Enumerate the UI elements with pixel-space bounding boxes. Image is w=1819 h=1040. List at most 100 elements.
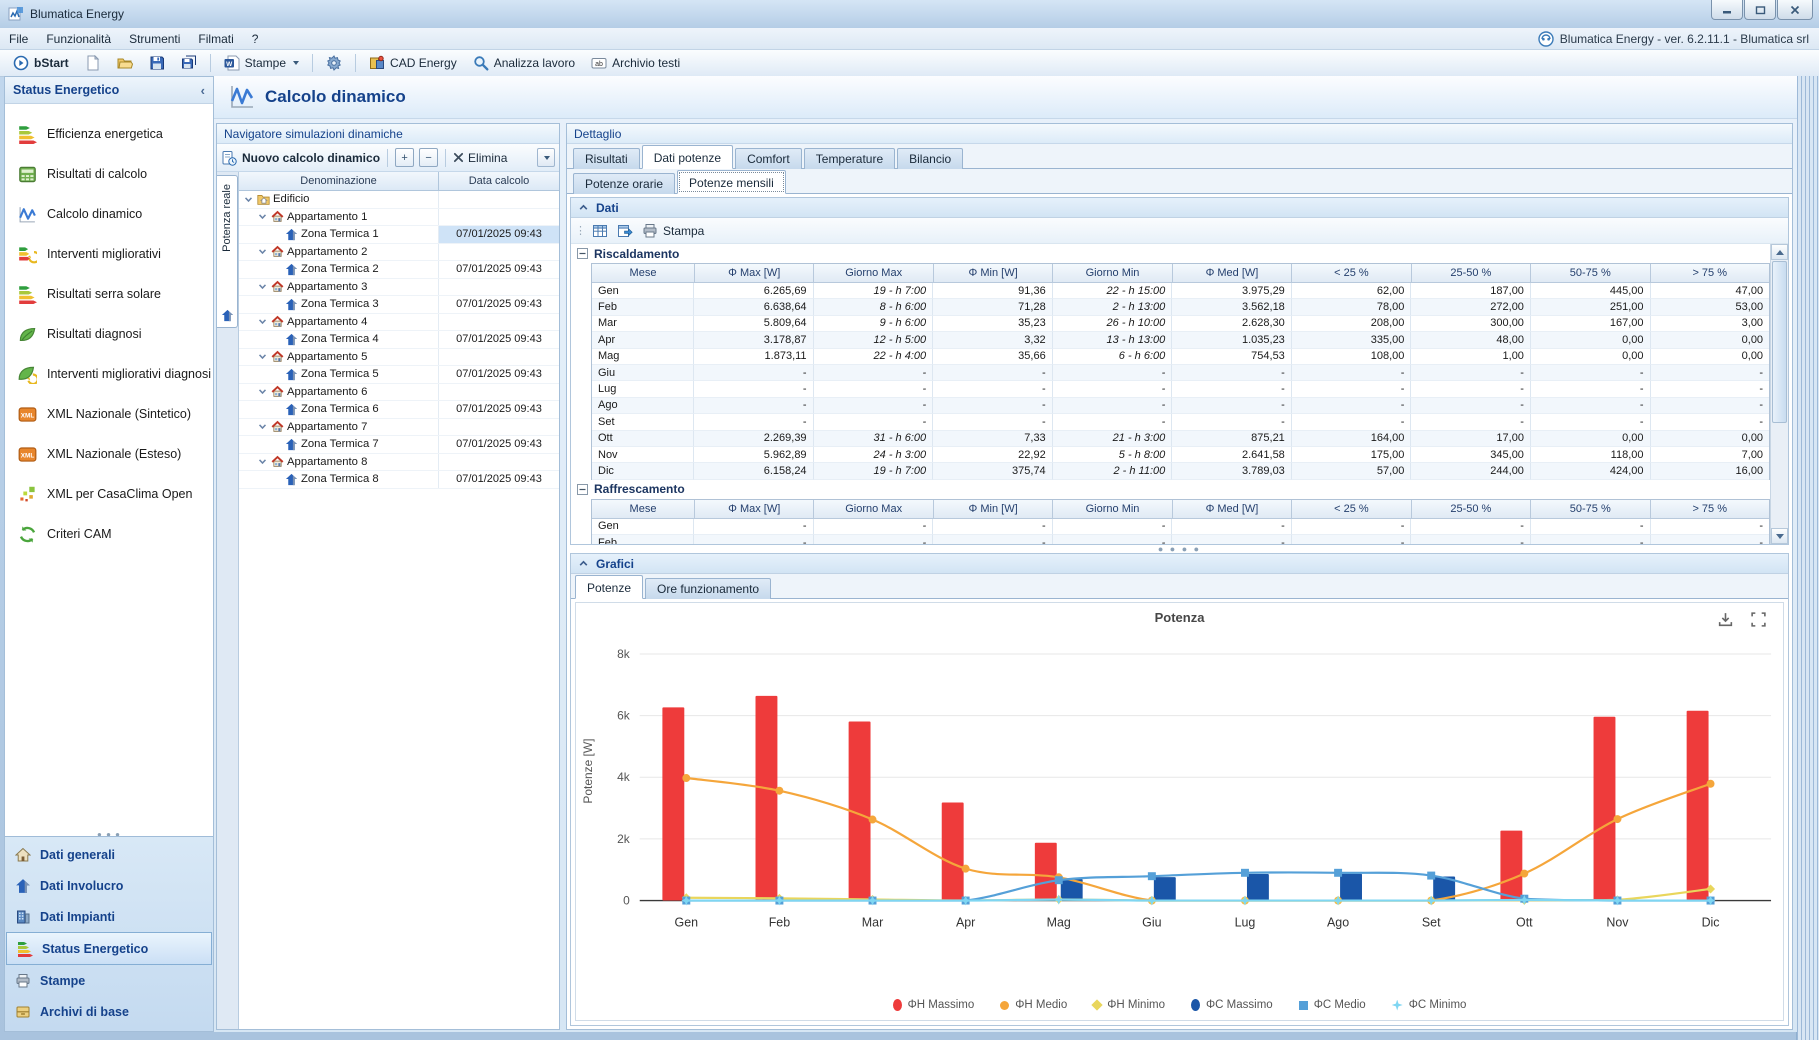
sidebar-section-dati-generali[interactable]: Dati generali bbox=[5, 839, 213, 870]
table-row[interactable]: Feb6.638,648 - h 6:0071,282 - h 13:003.5… bbox=[592, 299, 1769, 315]
open-button[interactable] bbox=[112, 53, 138, 73]
archivio-testi-button[interactable]: ab Archivio testi bbox=[586, 53, 685, 73]
column-header[interactable]: Φ Max [W] bbox=[695, 500, 814, 519]
tree-row-appartamento-6[interactable]: Appartamento 6 bbox=[239, 384, 559, 402]
tab-temperature[interactable]: Temperature bbox=[804, 148, 895, 169]
analizza-lavoro-button[interactable]: Analizza lavoro bbox=[468, 53, 580, 73]
sidebar-section-status-energetico[interactable]: Status Energetico bbox=[6, 932, 212, 965]
tree-row-appartamento-1[interactable]: Appartamento 1 bbox=[239, 209, 559, 227]
column-header[interactable]: Φ Med [W] bbox=[1173, 500, 1292, 519]
column-header[interactable]: > 75 % bbox=[1651, 500, 1769, 519]
tree-row-zona-termica-8[interactable]: Zona Termica 8 07/01/2025 09:43 bbox=[239, 471, 559, 489]
sidebar-item-risultati-serra-solare[interactable]: Risultati serra solare bbox=[5, 274, 213, 314]
sidebar-section-archivi-di-base[interactable]: Archivi di base bbox=[5, 996, 213, 1027]
tab-potenza-reale[interactable]: Potenza reale bbox=[217, 175, 238, 328]
legend-item-c-minimo[interactable]: ΦC Minimo bbox=[1392, 999, 1467, 1011]
scroll-down-button[interactable] bbox=[1771, 528, 1788, 544]
sidebar-section-dati-involucro[interactable]: Dati Involucro bbox=[5, 870, 213, 901]
table-row[interactable]: Ott2.269,3931 - h 6:007,3321 - h 3:00875… bbox=[592, 431, 1769, 447]
elimina-button[interactable]: Elimina bbox=[453, 151, 507, 165]
download-icon[interactable] bbox=[1717, 611, 1734, 628]
cad-energy-button[interactable]: CAD Energy bbox=[364, 53, 462, 73]
chevron-down-icon[interactable] bbox=[257, 421, 268, 432]
legend-item-h-medio[interactable]: ΦH Medio bbox=[1000, 999, 1067, 1011]
table-view-icon[interactable] bbox=[592, 223, 608, 239]
collapse-box-icon[interactable] bbox=[577, 248, 588, 259]
tree-row-zona-termica-6[interactable]: Zona Termica 6 07/01/2025 09:43 bbox=[239, 401, 559, 419]
column-header[interactable]: < 25 % bbox=[1292, 264, 1411, 283]
chart-tab-potenze[interactable]: Potenze bbox=[575, 575, 643, 599]
grafici-group-header[interactable]: Grafici bbox=[571, 554, 1788, 574]
tree-row-appartamento-3[interactable]: Appartamento 3 bbox=[239, 279, 559, 297]
stampe-button[interactable]: W Stampe bbox=[219, 53, 304, 73]
tree-row-edificio[interactable]: Edificio bbox=[239, 191, 559, 209]
column-header[interactable]: Φ Min [W] bbox=[934, 500, 1053, 519]
chart-tab-ore-funzionamento[interactable]: Ore funzionamento bbox=[645, 578, 771, 599]
tree-row-appartamento-5[interactable]: Appartamento 5 bbox=[239, 349, 559, 367]
sidebar-item-calcolo-dinamico[interactable]: Calcolo dinamico bbox=[5, 194, 213, 234]
column-header[interactable]: Mese bbox=[592, 264, 695, 283]
legend-item-c-medio[interactable]: ΦC Medio bbox=[1299, 999, 1366, 1011]
chevron-down-icon[interactable] bbox=[257, 211, 268, 222]
sidebar-item-xml-per-casaclima-open[interactable]: XML per CasaClima Open bbox=[5, 474, 213, 514]
menu-help[interactable]: ? bbox=[243, 30, 268, 48]
subtab-potenze-orarie[interactable]: Potenze orarie bbox=[573, 173, 675, 194]
vertical-scrollbar[interactable] bbox=[1770, 244, 1788, 544]
chevron-down-icon[interactable] bbox=[257, 456, 268, 467]
dati-group-header[interactable]: Dati bbox=[571, 198, 1788, 218]
expand-all-button[interactable]: + bbox=[395, 148, 414, 167]
export-table-icon[interactable] bbox=[617, 223, 633, 239]
subtab-potenze-mensili[interactable]: Potenze mensili bbox=[677, 170, 786, 194]
column-header[interactable]: Giorno Min bbox=[1053, 264, 1172, 283]
scroll-thumb[interactable] bbox=[1772, 261, 1787, 423]
menu-file[interactable]: File bbox=[0, 30, 37, 48]
column-header-data-calcolo[interactable]: Data calcolo bbox=[438, 172, 559, 190]
stampa-button[interactable]: Stampa bbox=[642, 223, 704, 239]
table-row[interactable]: Nov5.962,8924 - h 3:0022,925 - h 8:002.6… bbox=[592, 447, 1769, 463]
menu-strumenti[interactable]: Strumenti bbox=[120, 30, 189, 48]
table-row[interactable]: Gen--------- bbox=[592, 519, 1769, 535]
column-header-denominazione[interactable]: Denominazione bbox=[239, 172, 438, 190]
tree-row-appartamento-4[interactable]: Appartamento 4 bbox=[239, 314, 559, 332]
restore-button[interactable] bbox=[1744, 0, 1776, 20]
sidebar-item-interventi-migliorativi-diagnosi[interactable]: Interventi migliorativi diagnosi bbox=[5, 354, 213, 394]
new-calcolo-button[interactable]: Nuovo calcolo dinamico bbox=[221, 150, 380, 166]
collapse-sidebar-button[interactable]: ‹ bbox=[201, 83, 205, 98]
sidebar-item-interventi-migliorativi[interactable]: Interventi migliorativi bbox=[5, 234, 213, 274]
column-header[interactable]: Φ Min [W] bbox=[934, 264, 1053, 283]
column-header[interactable]: < 25 % bbox=[1292, 500, 1411, 519]
table-row[interactable]: Dic6.158,2419 - h 7:00375,742 - h 11:003… bbox=[592, 463, 1769, 479]
tree-row-zona-termica-1[interactable]: Zona Termica 1 07/01/2025 09:43 bbox=[239, 226, 559, 244]
sidebar-item-criteri-cam[interactable]: Criteri CAM bbox=[5, 514, 213, 554]
column-header[interactable]: Giorno Min bbox=[1053, 500, 1172, 519]
sidebar-item-xml-nazionale-sintetico[interactable]: XMLXML Nazionale (Sintetico) bbox=[5, 394, 213, 434]
collapse-box-icon[interactable] bbox=[577, 484, 588, 495]
menu-funzionalit[interactable]: Funzionalità bbox=[37, 30, 120, 48]
legend-item-c-massimo[interactable]: ΦC Massimo bbox=[1191, 999, 1273, 1011]
table-row[interactable]: Mag1.873,1122 - h 4:0035,666 - h 6:00754… bbox=[592, 349, 1769, 365]
column-header[interactable]: Φ Med [W] bbox=[1173, 264, 1292, 283]
settings-button[interactable] bbox=[321, 53, 347, 73]
tab-comfort[interactable]: Comfort bbox=[735, 148, 802, 169]
sidebar-item-risultati-diagnosi[interactable]: Risultati diagnosi bbox=[5, 314, 213, 354]
menu-filmati[interactable]: Filmati bbox=[189, 30, 242, 48]
tree-row-zona-termica-5[interactable]: Zona Termica 5 07/01/2025 09:43 bbox=[239, 366, 559, 384]
sidebar-item-risultati-di-calcolo[interactable]: Risultati di calcolo bbox=[5, 154, 213, 194]
chevron-down-icon[interactable] bbox=[257, 316, 268, 327]
scroll-up-button[interactable] bbox=[1771, 244, 1788, 260]
tree-row-appartamento-8[interactable]: Appartamento 8 bbox=[239, 454, 559, 472]
chevron-down-icon[interactable] bbox=[257, 246, 268, 257]
legend-item-h-massimo[interactable]: ΦH Massimo bbox=[893, 999, 975, 1011]
tree-row-appartamento-7[interactable]: Appartamento 7 bbox=[239, 419, 559, 437]
table-row[interactable]: Apr3.178,8712 - h 5:003,3213 - h 13:001.… bbox=[592, 332, 1769, 348]
tab-risultati[interactable]: Risultati bbox=[573, 148, 640, 169]
table-row[interactable]: Mar5.809,649 - h 6:0035,2326 - h 10:002.… bbox=[592, 316, 1769, 332]
horizontal-splitter[interactable]: ● ● ● ● bbox=[570, 545, 1789, 553]
chevron-down-icon[interactable] bbox=[257, 351, 268, 362]
column-header[interactable]: 25-50 % bbox=[1412, 264, 1531, 283]
fullscreen-icon[interactable] bbox=[1750, 611, 1767, 628]
column-header[interactable]: Giorno Max bbox=[814, 264, 933, 283]
sidebar-item-efficienza-energetica[interactable]: Efficienza energetica bbox=[5, 114, 213, 154]
column-header[interactable]: 50-75 % bbox=[1531, 264, 1650, 283]
table-row[interactable]: Gen6.265,6919 - h 7:0091,3622 - h 15:003… bbox=[592, 283, 1769, 299]
